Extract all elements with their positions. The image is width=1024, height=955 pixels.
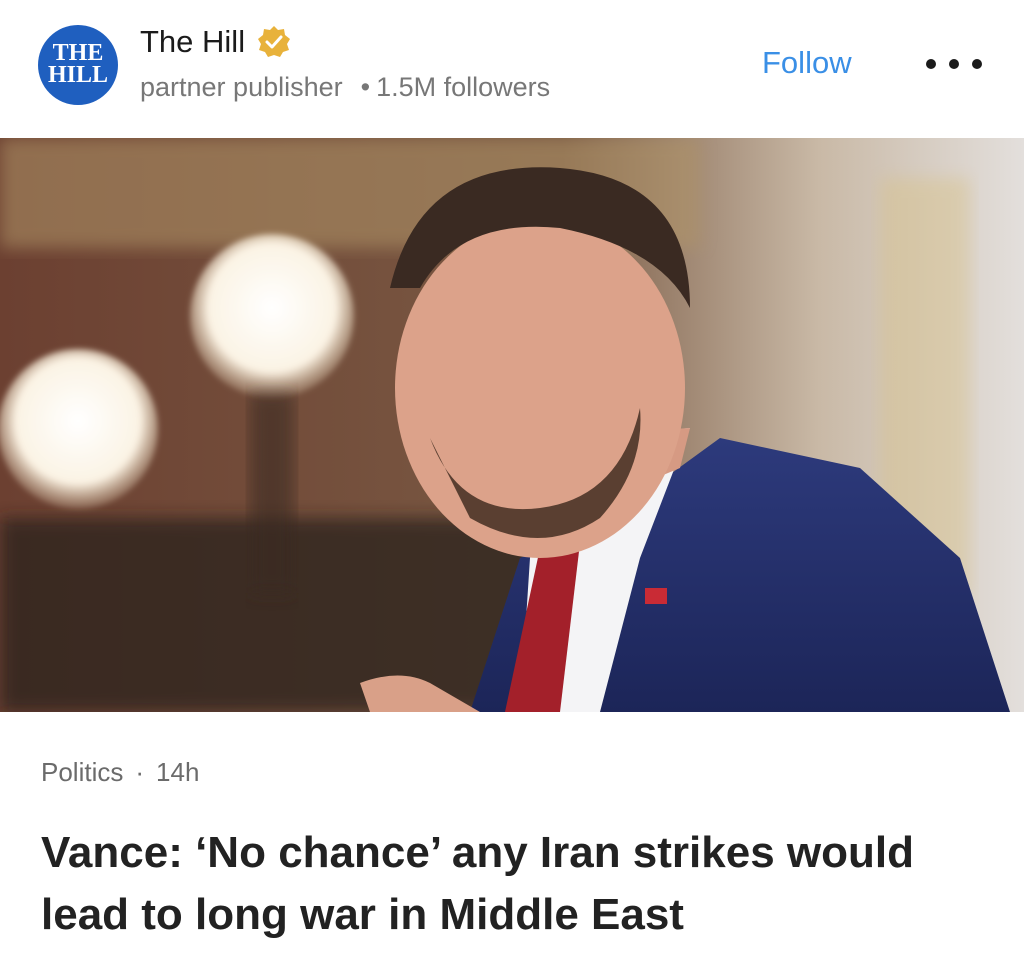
publisher-name-row: The Hill [140, 24, 291, 60]
more-dot [949, 59, 959, 69]
meta-separator: · [135, 757, 145, 787]
more-dot [972, 59, 982, 69]
article-photo[interactable] [0, 138, 1024, 712]
publisher-header: THE HILL The Hill partner publisher • 1.5M… [0, 0, 1024, 138]
publisher-type: partner publisher [140, 72, 343, 102]
logo-line-2: HILL [47, 62, 109, 88]
publisher-name[interactable]: The Hill [140, 24, 245, 60]
follower-count: 1.5M followers [376, 72, 551, 102]
verified-badge-icon [258, 26, 291, 57]
article-headline[interactable]: Vance: ‘No chance’ any Iran strikes woul… [41, 822, 1001, 946]
follow-button[interactable]: Follow [762, 45, 852, 81]
publisher-meta: partner publisher • 1.5M followers [140, 72, 550, 103]
article-age: 14h [156, 757, 200, 787]
more-dot [926, 59, 936, 69]
publisher-logo[interactable]: THE HILL [38, 25, 118, 105]
meta-dot: • [360, 72, 371, 102]
article-photo-image [0, 138, 1024, 712]
more-options-icon[interactable] [926, 52, 982, 76]
article-category[interactable]: Politics [41, 757, 123, 787]
article-meta: Politics · 14h [41, 757, 199, 788]
